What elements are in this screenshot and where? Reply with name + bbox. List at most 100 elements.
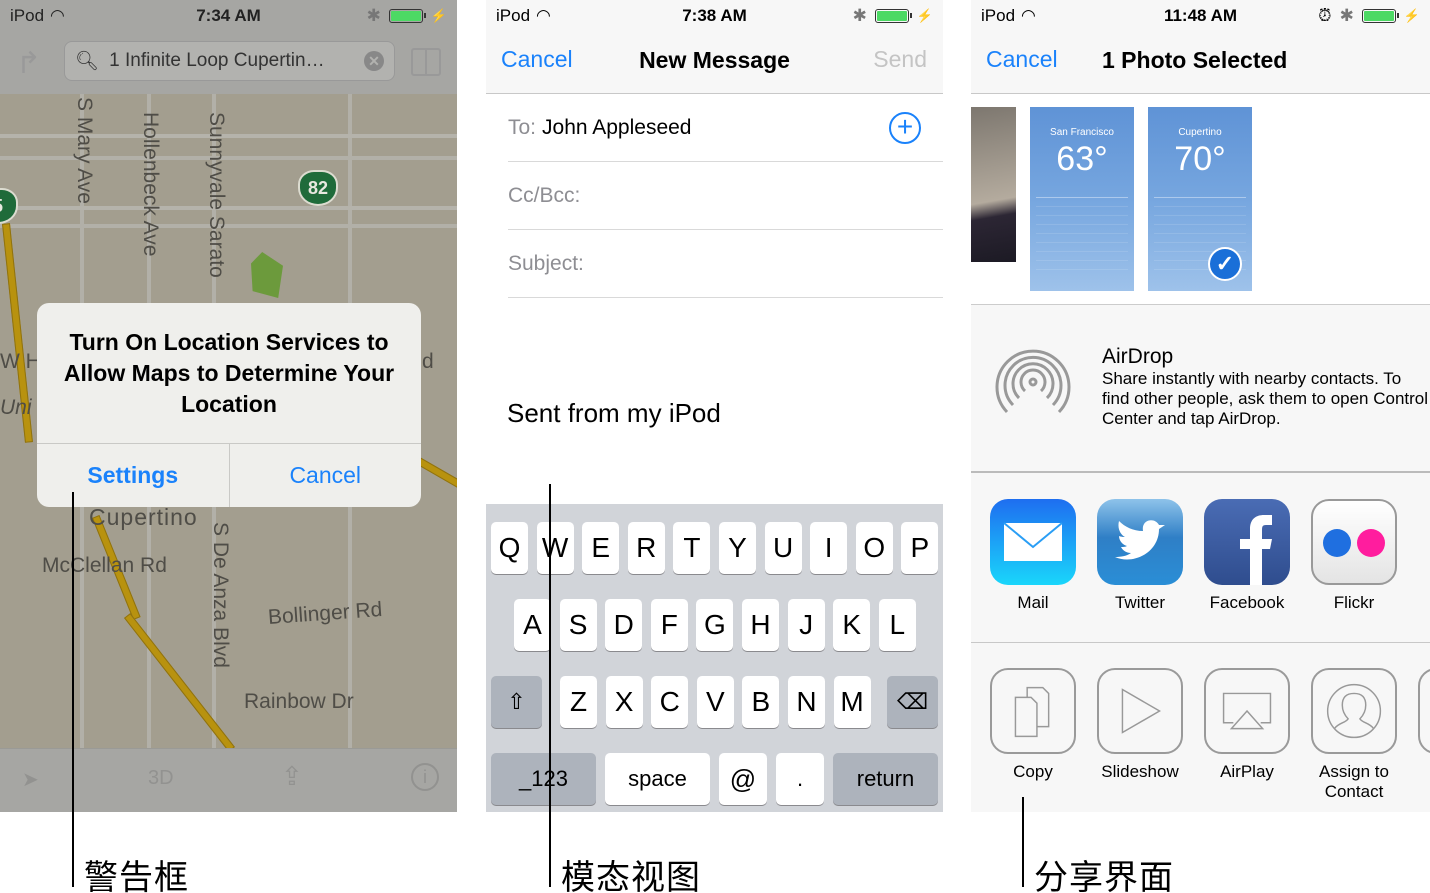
share-apps-row: Mail Twitter Facebook Flickr [971, 475, 1430, 643]
info-icon[interactable]: i [411, 763, 439, 791]
key-t[interactable]: T [673, 522, 711, 574]
bookmarks-icon[interactable] [411, 48, 441, 76]
key-v[interactable]: V [696, 676, 734, 728]
key-c[interactable]: C [651, 676, 689, 728]
cancel-button[interactable]: Cancel [230, 444, 422, 507]
street-label: S Mary Ave [73, 97, 96, 204]
app-label: Assign to Contact [1319, 762, 1389, 801]
contact-icon [1311, 668, 1397, 754]
shift-key[interactable]: ⇧ [491, 676, 542, 728]
alert-title: Turn On Location Services to Allow Maps … [37, 303, 421, 444]
settings-button[interactable]: Settings [37, 444, 230, 507]
dot-key[interactable]: . [776, 753, 824, 805]
subject-field[interactable]: Subject: [508, 230, 943, 298]
flickr-share-button[interactable]: Flickr [1311, 499, 1397, 613]
nav-bar: Cancel New Message Send [486, 32, 943, 94]
keyboard: QWERTYUIOP ASDFGHJKL ZXCVBNM ⇧ ⌫ _123 sp… [486, 504, 943, 812]
key-q[interactable]: Q [491, 522, 528, 574]
airdrop-section[interactable]: AirDrop Share instantly with nearby cont… [971, 305, 1430, 473]
key-m[interactable]: M [833, 676, 871, 728]
delete-key[interactable]: ⌫ [887, 676, 938, 728]
action-icon [1418, 668, 1430, 754]
key-a[interactable]: A [514, 599, 551, 651]
location-arrow-icon[interactable]: ➤ [22, 767, 39, 792]
key-z[interactable]: Z [560, 676, 597, 728]
caption-leader-line [1022, 797, 1024, 887]
photo-thumbnail-selected[interactable]: Cupertino 70° ✓ [1148, 107, 1252, 291]
key-e[interactable]: E [582, 522, 620, 574]
key-y[interactable]: Y [719, 522, 756, 574]
caption-leader-line [72, 492, 74, 887]
message-body[interactable]: Sent from my iPod [507, 398, 721, 429]
key-l[interactable]: L [878, 599, 916, 651]
key-f[interactable]: F [650, 599, 688, 651]
app-label: W [1418, 762, 1430, 782]
key-s[interactable]: S [559, 599, 597, 651]
share-icon[interactable]: ⇪ [281, 761, 303, 792]
search-field[interactable]: 🔍︎ 1 Infinite Loop Cupertin… ✕ [64, 41, 395, 81]
key-u[interactable]: U [764, 522, 802, 574]
twitter-icon [1097, 499, 1183, 585]
battery-icon [874, 9, 912, 23]
3d-button[interactable]: 3D [148, 767, 174, 790]
charging-icon: ⚡ [916, 8, 933, 23]
space-key[interactable]: space [605, 753, 710, 805]
key-o[interactable]: O [855, 522, 893, 574]
play-icon [1097, 668, 1183, 754]
at-key[interactable]: @ [719, 753, 767, 805]
bluetooth-icon: ✱ [366, 6, 381, 25]
mail-icon [990, 499, 1076, 585]
bluetooth-icon: ✱ [1339, 6, 1354, 25]
key-d[interactable]: D [605, 599, 643, 651]
app-label: Flickr [1333, 593, 1375, 612]
key-r[interactable]: R [627, 522, 665, 574]
photo-city: San Francisco [1050, 127, 1114, 138]
street-label: McClellan Rd [42, 554, 167, 577]
app-label: Twitter [1114, 593, 1166, 612]
clear-icon[interactable]: ✕ [364, 51, 384, 71]
key-j[interactable]: J [787, 599, 825, 651]
wifi-icon: ◠ [50, 6, 65, 25]
directions-icon[interactable]: ↱ [16, 46, 41, 81]
key-w[interactable]: W [536, 522, 574, 574]
key-p[interactable]: P [901, 522, 939, 574]
assign-to-contact-action-button[interactable]: Assign to Contact [1311, 668, 1397, 802]
more-action-button[interactable]: W [1418, 668, 1430, 782]
cancel-button[interactable]: Cancel [501, 46, 573, 73]
copy-action-button[interactable]: Copy [990, 668, 1076, 782]
street-label: Rainbow Dr [244, 690, 354, 713]
airdrop-title: AirDrop [1102, 345, 1174, 368]
photo-thumbnail[interactable]: San Francisco 63° [1030, 107, 1134, 291]
numbers-key[interactable]: _123 [491, 753, 596, 805]
slideshow-action-button[interactable]: Slideshow [1097, 668, 1183, 782]
key-g[interactable]: G [696, 599, 734, 651]
key-x[interactable]: X [605, 676, 643, 728]
status-bar: iPod ◠ 11:48 AM ⏰︎ ✱ ⚡ [971, 0, 1430, 32]
add-contact-icon[interactable]: + [889, 112, 921, 144]
airplay-action-button[interactable]: AirPlay [1204, 668, 1290, 782]
key-i[interactable]: I [810, 522, 848, 574]
share-sheet-screen: iPod ◠ 11:48 AM ⏰︎ ✱ ⚡ Cancel 1 Photo Selec… [971, 0, 1430, 812]
return-key[interactable]: return [833, 753, 938, 805]
city-label: Cupertino [89, 504, 198, 530]
key-n[interactable]: N [788, 676, 825, 728]
mail-share-button[interactable]: Mail [990, 499, 1076, 613]
highway-shield: 5 [0, 188, 18, 224]
key-b[interactable]: B [742, 676, 780, 728]
to-field[interactable]: To: John Appleseed + [508, 94, 943, 162]
key-k[interactable]: K [833, 599, 871, 651]
twitter-share-button[interactable]: Twitter [1097, 499, 1183, 613]
bluetooth-icon: ✱ [852, 6, 867, 25]
cc-bcc-field[interactable]: Cc/Bcc: [508, 162, 943, 230]
caption-alert: 警告框 [84, 858, 189, 893]
mail-compose-screen: iPod ◠ 7:38 AM ✱ ⚡ Cancel New Message Send… [486, 0, 943, 812]
street-label: Hollenbeck Ave [139, 112, 162, 257]
park-area [251, 252, 283, 298]
facebook-share-button[interactable]: Facebook [1204, 499, 1290, 613]
send-button[interactable]: Send [873, 46, 927, 73]
page-title: 1 Photo Selected [1102, 47, 1288, 73]
photo-temp: 63° [1056, 140, 1108, 178]
photo-thumbnail[interactable] [971, 107, 1016, 262]
cancel-button[interactable]: Cancel [986, 46, 1058, 73]
key-h[interactable]: H [742, 599, 779, 651]
